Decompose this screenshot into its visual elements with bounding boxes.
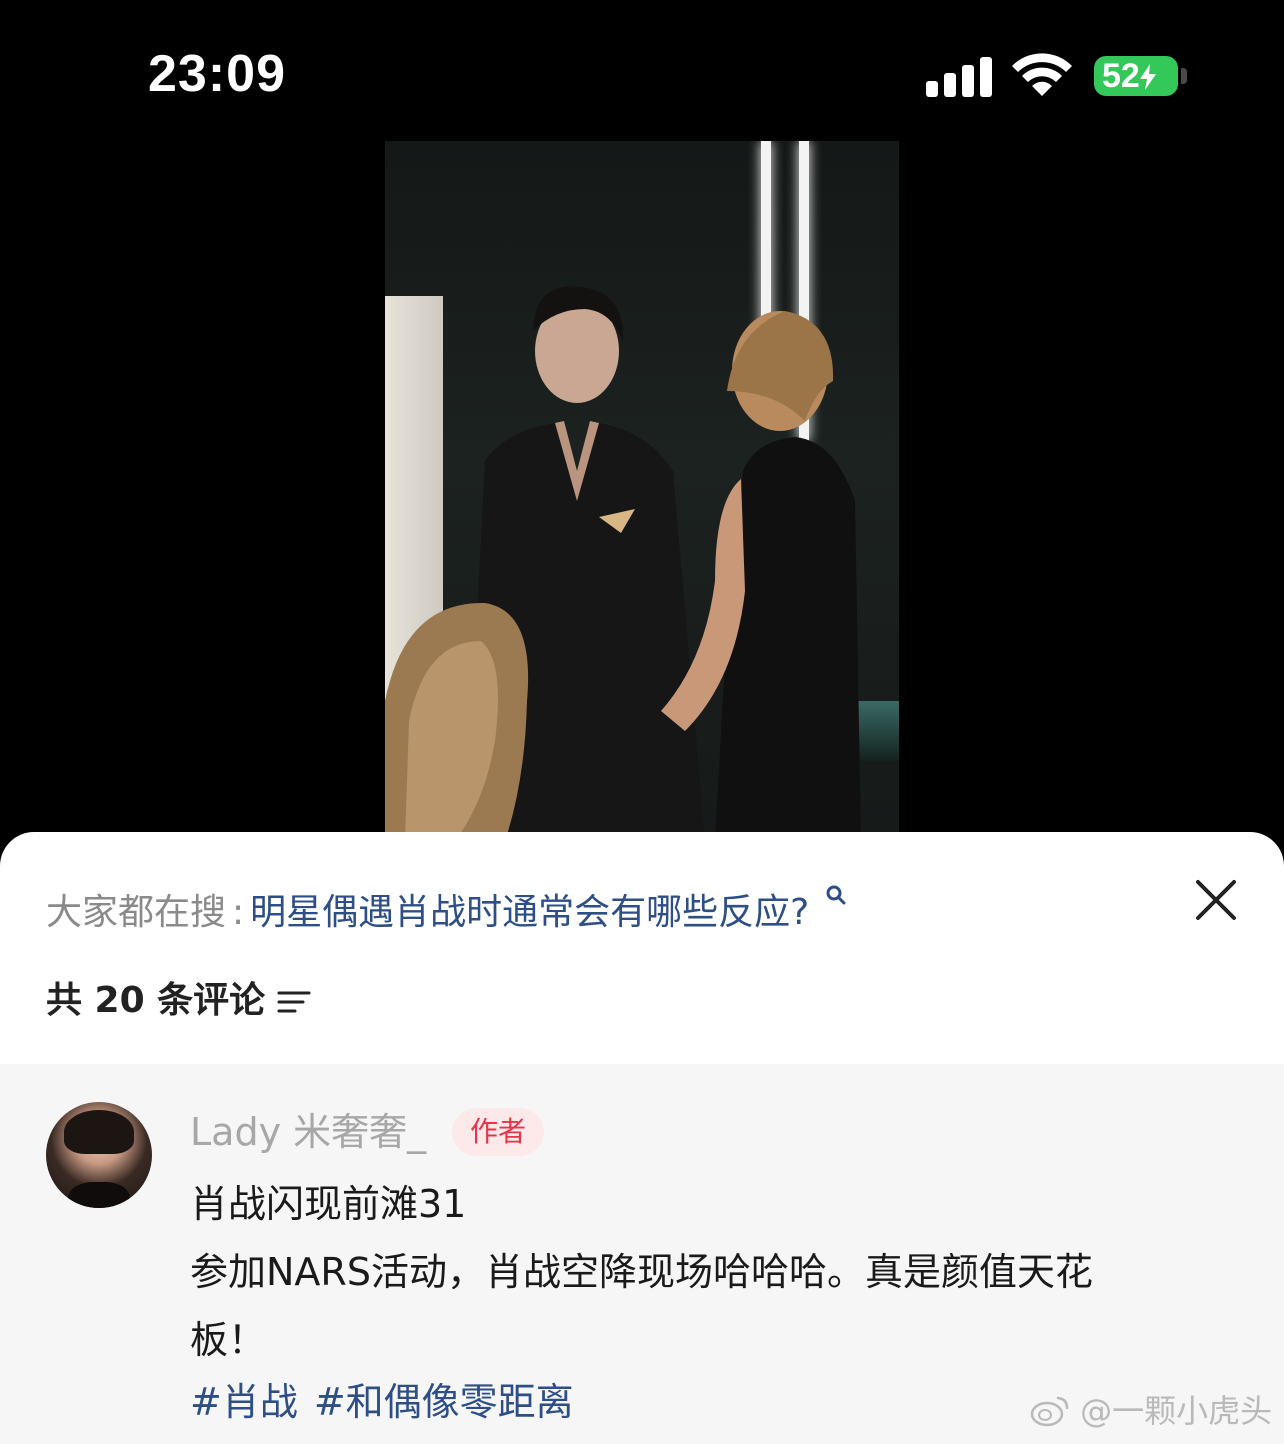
battery-icon: 52 — [1094, 56, 1178, 96]
wifi-icon — [1012, 53, 1072, 96]
comments-sheet: 大家都在搜: 明星偶遇肖战时通常会有哪些反应? 共 20 条评论 Lady 米奢奢… — [0, 832, 1284, 1444]
watermark: @一颗小虎头 — [1030, 1386, 1272, 1436]
weibo-logo-icon — [1030, 1396, 1069, 1427]
charging-bolt-icon — [1139, 64, 1156, 90]
avatar[interactable] — [46, 1102, 152, 1208]
close-icon[interactable] — [1192, 876, 1240, 924]
comment-line: 板！ — [190, 1318, 267, 1362]
watermark-text: @一颗小虎头 — [1080, 1392, 1273, 1430]
hashtag-link[interactable]: #和偶像零距离 — [314, 1380, 574, 1424]
video-player[interactable] — [385, 141, 899, 841]
search-separator: : — [232, 892, 245, 933]
trending-search-bar[interactable]: 大家都在搜: 明星偶遇肖战时通常会有哪些反应? — [46, 885, 847, 936]
cellular-signal-icon — [926, 57, 992, 97]
avatar-hair — [64, 1110, 134, 1154]
search-icon — [826, 885, 846, 905]
comment-line: 肖战闪现前滩31 — [190, 1182, 467, 1226]
hashtag-list: #肖战 #和偶像零距离 — [190, 1374, 590, 1430]
comment-body[interactable]: 肖战闪现前滩31 参加NARS活动，肖战空降现场哈哈哈。真是颜值天花 板！ — [190, 1170, 1200, 1374]
video-frame-scene — [385, 286, 861, 841]
author-badge: 作者 — [452, 1108, 545, 1156]
search-topic-link[interactable]: 明星偶遇肖战时通常会有哪些反应? — [250, 892, 809, 933]
status-time: 23:09 — [148, 45, 286, 103]
comment-author-name[interactable]: Lady 米奢奢_ — [190, 1104, 426, 1160]
hashtag-link[interactable]: #肖战 — [190, 1380, 298, 1424]
avatar-body — [68, 1182, 130, 1208]
search-prefix-label: 大家都在搜 — [46, 892, 227, 933]
comment-count-label: 共 20 条评论 — [46, 980, 266, 1021]
comment-count-header: 共 20 条评论 — [46, 978, 311, 1024]
battery-cap — [1181, 68, 1187, 84]
sort-filter-icon[interactable] — [277, 987, 311, 1017]
status-bar: 23:09 52 — [0, 0, 1284, 140]
battery-level: 52 — [1102, 57, 1140, 95]
comment-line: 参加NARS活动，肖战空降现场哈哈哈。真是颜值天花 — [190, 1250, 1093, 1294]
